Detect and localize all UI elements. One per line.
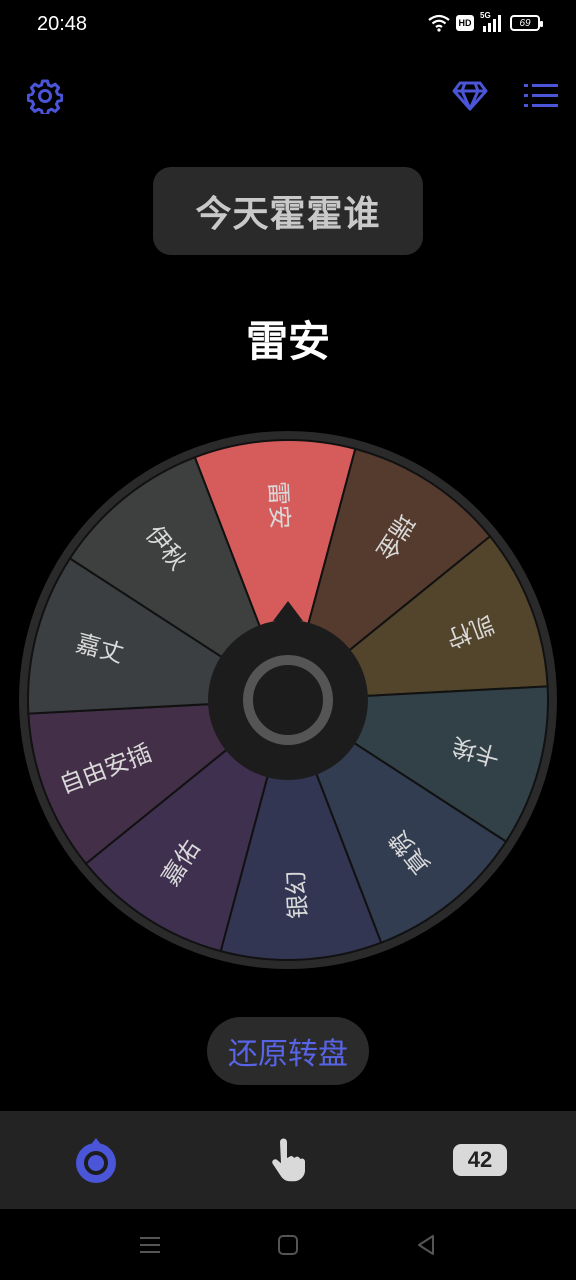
- system-back-button[interactable]: [406, 1229, 446, 1261]
- nav-touch[interactable]: [192, 1111, 384, 1209]
- status-icons: HD 5G 69: [428, 11, 543, 32]
- reset-wheel-label: 还原转盘: [228, 1037, 348, 1072]
- system-menu-button[interactable]: [130, 1229, 170, 1261]
- diamond-icon: [452, 81, 488, 111]
- system-nav: [0, 1209, 576, 1280]
- list-icon: [524, 84, 558, 107]
- settings-button[interactable]: [21, 72, 69, 120]
- wheel-segment-label: 银幻: [282, 870, 312, 919]
- system-home-button[interactable]: [268, 1229, 308, 1261]
- result-label: 雷安: [245, 317, 330, 366]
- wheel-target-icon: [76, 1138, 116, 1183]
- title-box[interactable]: 今天霍霍谁: [153, 167, 423, 255]
- status-time: 20:48: [37, 13, 88, 35]
- nav-count[interactable]: 42: [384, 1111, 576, 1209]
- battery-level: 69: [519, 17, 531, 29]
- count-badge: 42: [453, 1144, 507, 1176]
- battery-icon: 69: [510, 15, 543, 31]
- spin-knob-icon: [243, 655, 333, 745]
- reset-wheel-button[interactable]: 还原转盘: [207, 1017, 369, 1085]
- back-icon: [418, 1235, 434, 1255]
- spin-wheel[interactable]: 雷安瑞金凯柠卡埃真赞银幻嘉佑自由安插嘉丈伊秋: [19, 431, 557, 969]
- wheel-segment-label: 雷安: [264, 481, 294, 530]
- hand-pointer-icon: [272, 1138, 305, 1182]
- gear-icon: [27, 79, 63, 114]
- list-button[interactable]: [517, 72, 565, 120]
- premium-button[interactable]: [446, 72, 494, 120]
- wifi-icon: [428, 14, 450, 32]
- signal-icon: 5G: [480, 11, 504, 32]
- menu-icon: [140, 1237, 160, 1253]
- bottom-nav: 42: [0, 1111, 576, 1209]
- home-icon: [278, 1235, 298, 1255]
- nav-wheel[interactable]: [0, 1111, 192, 1209]
- status-bar: 20:48 HD 5G 69: [0, 0, 576, 52]
- wheel-title: 今天霍霍谁: [195, 194, 381, 235]
- hd-badge: HD: [456, 15, 474, 31]
